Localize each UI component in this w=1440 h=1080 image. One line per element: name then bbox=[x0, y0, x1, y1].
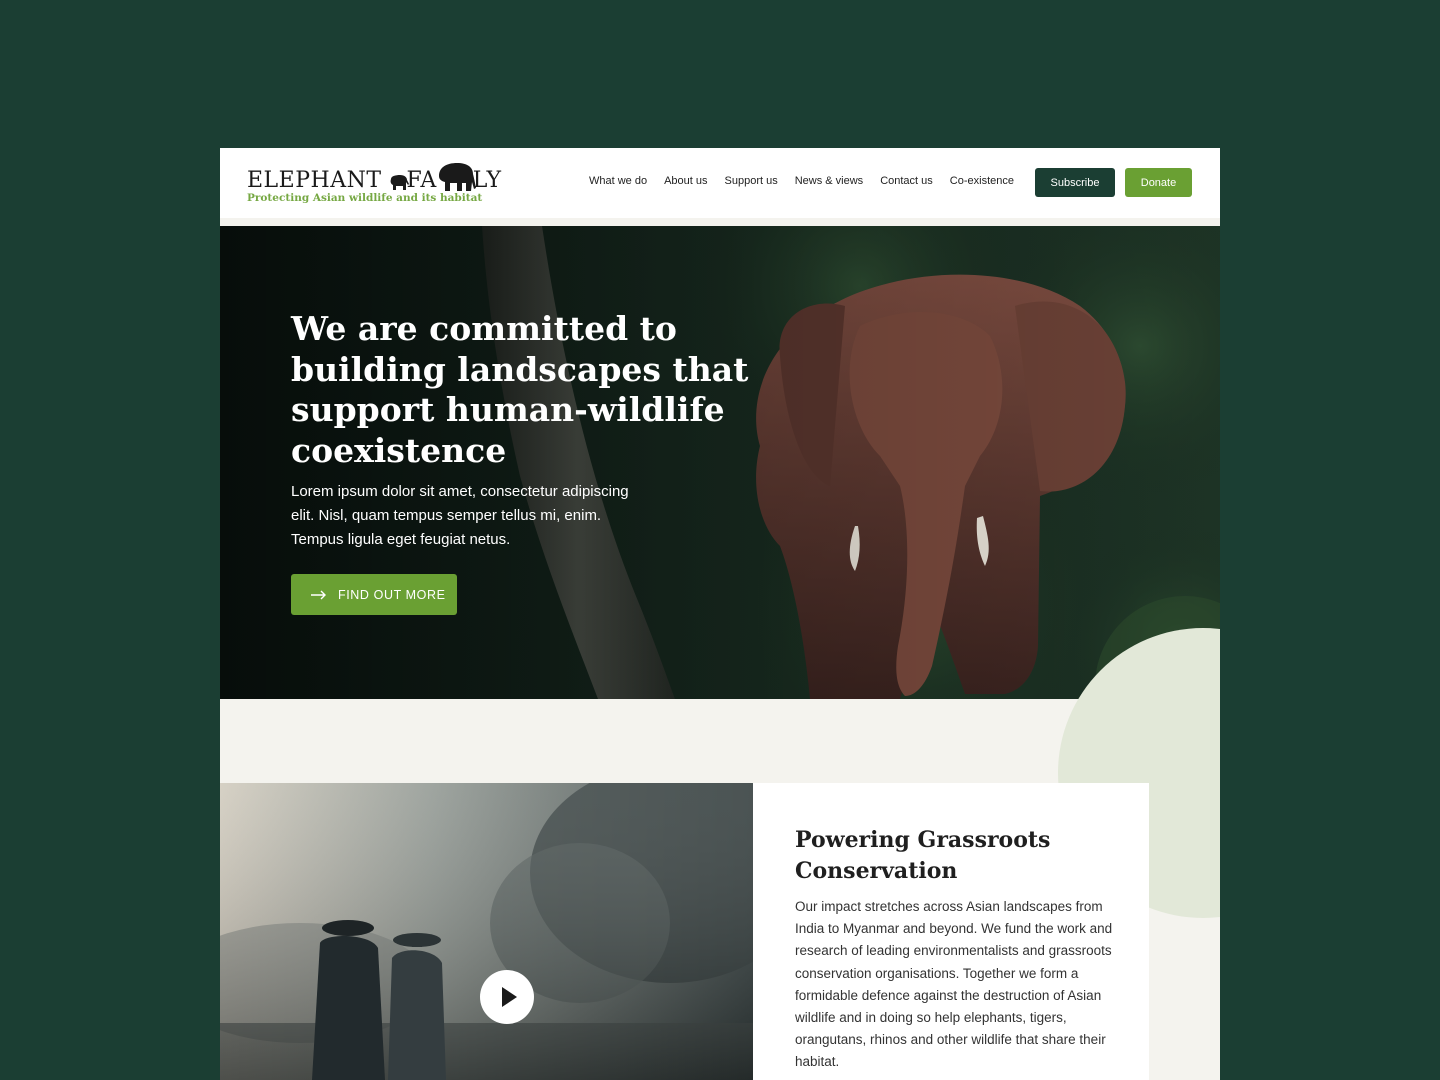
website-frame: ELEPHANT FA LY Protecting Asian wildlife a… bbox=[220, 148, 1220, 1080]
play-icon bbox=[502, 987, 517, 1007]
hero-heading: We are committed to building landscapes … bbox=[291, 309, 749, 470]
subscribe-button[interactable]: Subscribe bbox=[1035, 168, 1115, 197]
video-player[interactable] bbox=[220, 783, 753, 1080]
logo[interactable]: ELEPHANT FA LY Protecting Asian wildlife a… bbox=[247, 162, 517, 208]
nav-support-us[interactable]: Support us bbox=[725, 175, 778, 187]
section-body: Our impact stretches across Asian landsc… bbox=[795, 899, 1113, 1070]
video-thumbnail-image bbox=[220, 783, 753, 1080]
nav-co-existence[interactable]: Co-existence bbox=[950, 175, 1014, 187]
site-header: ELEPHANT FA LY Protecting Asian wildlife a… bbox=[220, 148, 1220, 218]
play-button[interactable] bbox=[480, 970, 534, 1024]
find-out-more-button[interactable]: FIND OUT MORE bbox=[291, 574, 457, 615]
content-card: Powering Grassroots Conservation Our imp… bbox=[753, 783, 1149, 1080]
find-out-more-label: FIND OUT MORE bbox=[338, 587, 446, 602]
hero-description: Lorem ipsum dolor sit amet, consectetur … bbox=[291, 483, 629, 548]
arrow-right-icon bbox=[311, 590, 326, 599]
baby-elephant-icon bbox=[390, 175, 409, 190]
main-nav: What we do About us Support us News & vi… bbox=[589, 175, 1031, 187]
nav-about-us[interactable]: About us bbox=[664, 175, 707, 187]
nav-news-views[interactable]: News & views bbox=[795, 175, 863, 187]
elephant-icon bbox=[439, 163, 476, 191]
donate-button[interactable]: Donate bbox=[1125, 168, 1192, 197]
nav-contact-us[interactable]: Contact us bbox=[880, 175, 933, 187]
nav-what-we-do[interactable]: What we do bbox=[589, 175, 647, 187]
hero-banner: We are committed to building landscapes … bbox=[220, 226, 1220, 699]
section-heading: Powering Grassroots Conservation bbox=[795, 827, 1051, 884]
logo-tagline: Protecting Asian wildlife and its habita… bbox=[247, 192, 483, 204]
